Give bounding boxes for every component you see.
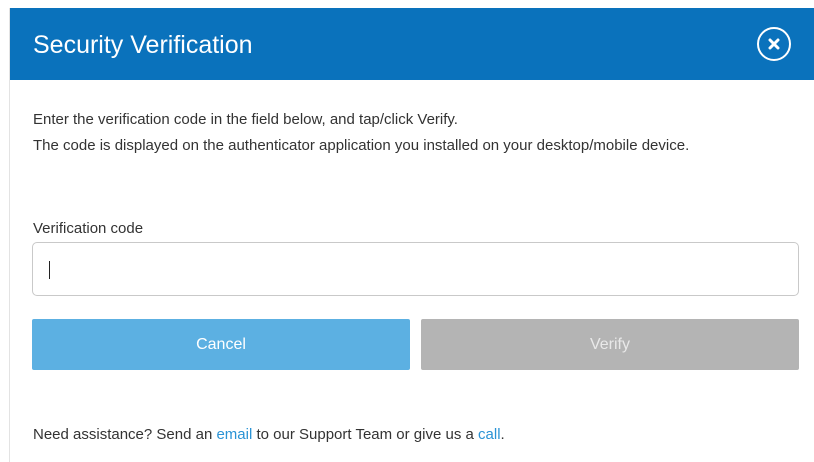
email-link[interactable]: email xyxy=(216,426,252,443)
security-verification-dialog: Security Verification Enter the verifica… xyxy=(9,8,814,462)
verification-code-input[interactable] xyxy=(32,242,799,296)
assistance-text-end: . xyxy=(500,426,505,443)
dialog-title: Security Verification xyxy=(33,31,253,59)
close-icon xyxy=(768,38,780,50)
dialog-header: Security Verification xyxy=(10,8,814,80)
verification-code-label: Verification code xyxy=(33,220,144,237)
assistance-text-start: Need assistance? Send an xyxy=(33,426,217,443)
cancel-button[interactable]: Cancel xyxy=(32,319,410,370)
call-link[interactable]: call xyxy=(478,426,501,443)
close-button[interactable] xyxy=(757,27,791,61)
assistance-text: Need assistance? Send an email to our Su… xyxy=(33,425,505,445)
instructions-line-1: Enter the verification code in the field… xyxy=(33,111,458,128)
assistance-text-middle: to our Support Team or give us a xyxy=(252,426,479,443)
verify-button[interactable]: Verify xyxy=(421,319,799,370)
instructions-line-2: The code is displayed on the authenticat… xyxy=(33,137,690,154)
text-caret xyxy=(49,261,50,279)
instructions: Enter the verification code in the field… xyxy=(33,107,803,159)
